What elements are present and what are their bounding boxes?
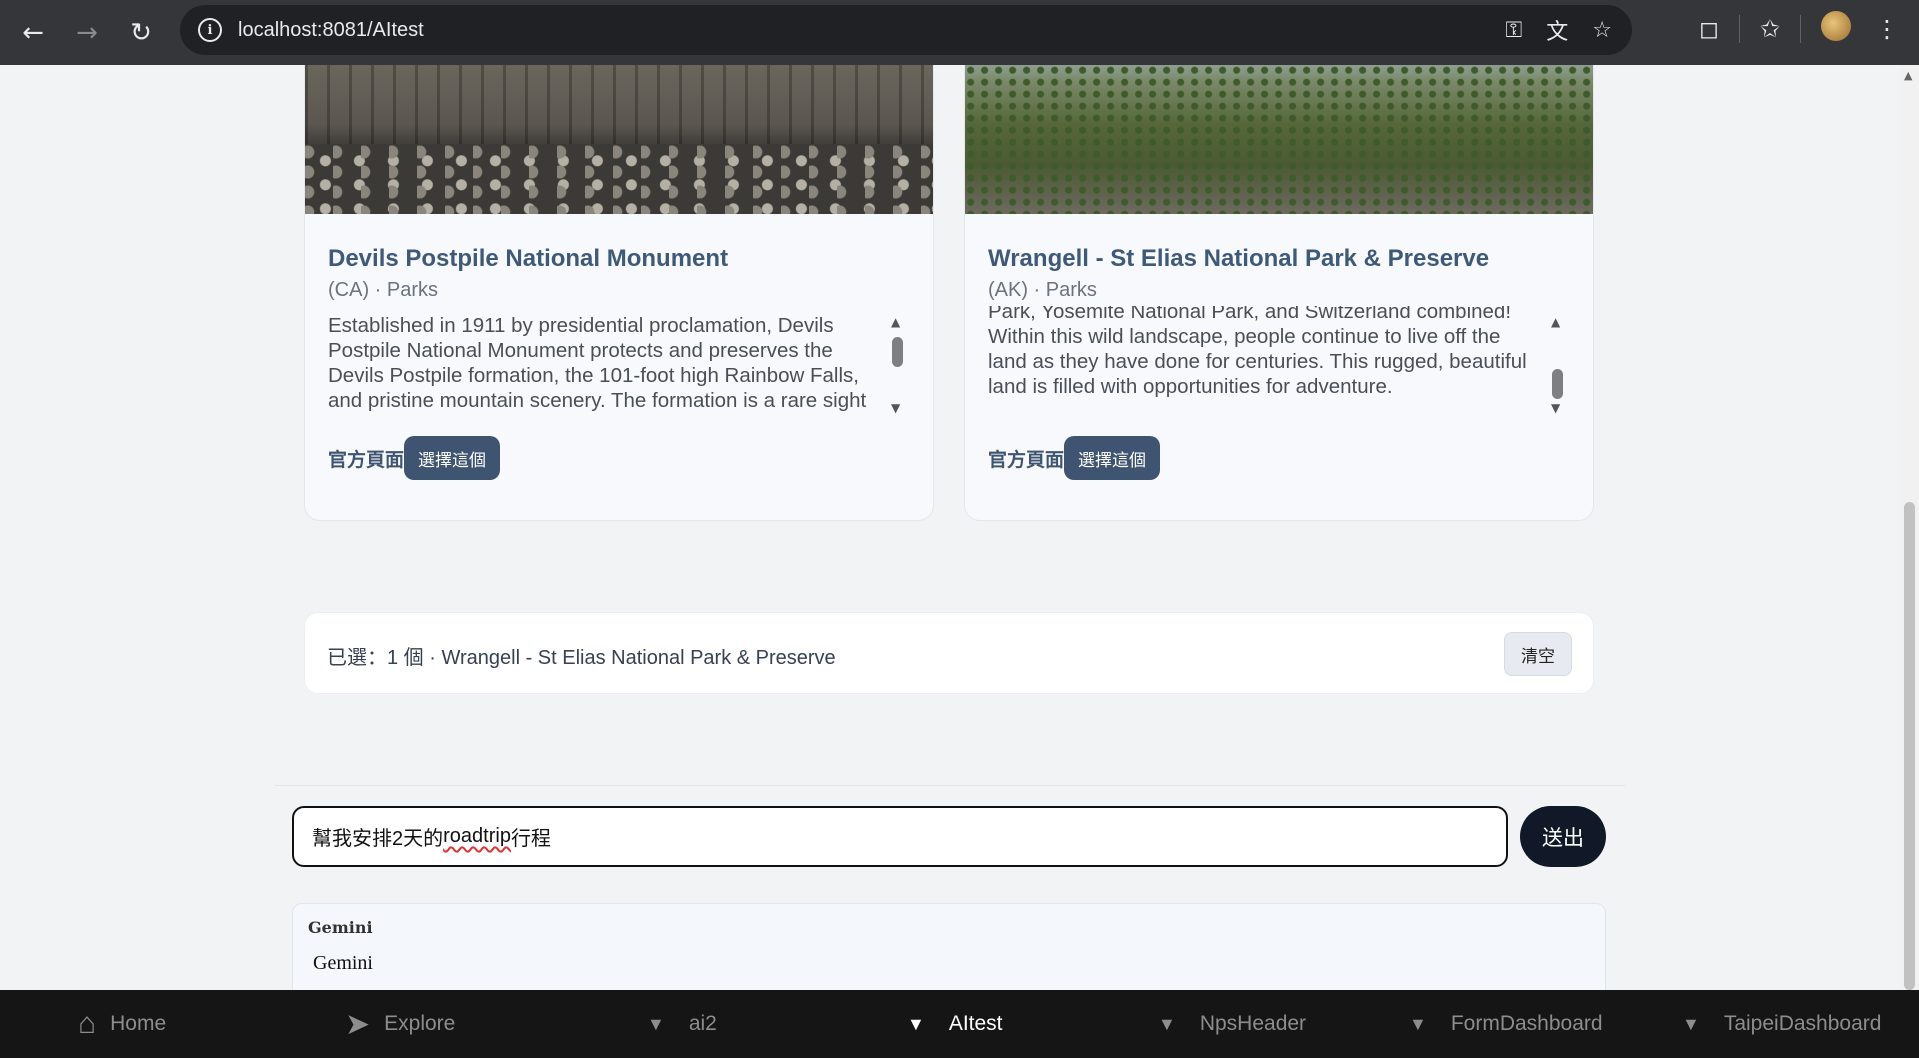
- reload-icon[interactable]: ↻: [114, 4, 168, 62]
- divider: [275, 785, 1625, 786]
- gemini-response: Gemini Gemini: [292, 903, 1606, 990]
- caret-down-icon: ▼: [1409, 1013, 1427, 1034]
- extensions-icon[interactable]: ◻: [1699, 15, 1719, 43]
- toolbar-separator: [1738, 15, 1740, 43]
- scroll-up-icon[interactable]: ▲: [891, 315, 900, 329]
- nav-label: Explore: [384, 1012, 456, 1035]
- chat-input[interactable]: 幫我安排2天的 roadtrip 行程: [292, 806, 1508, 867]
- nav-label: FormDashboard: [1450, 1012, 1603, 1035]
- park-subtitle: (AK) · Parks: [988, 279, 1097, 301]
- browser-toolbar: ← → ↻ i localhost:8081/AItest ⚿ 文 ☆ ◻ ✩ …: [0, 0, 1919, 65]
- park-card: Devils Postpile National Monument (CA) ·…: [304, 65, 934, 521]
- nav-label: NpsHeader: [1199, 1012, 1307, 1035]
- park-description[interactable]: Park, Yosemite National Park, and Switze…: [988, 306, 1543, 417]
- response-text: Gemini: [313, 952, 373, 974]
- page-scrollbar[interactable]: ▲: [1900, 65, 1919, 990]
- nav-home[interactable]: ⌂ Home: [78, 990, 166, 1058]
- nav-label: ai2: [688, 1012, 717, 1035]
- caret-down-icon: ▼: [1682, 1013, 1700, 1034]
- park-title: Devils Postpile National Monument: [328, 245, 729, 272]
- scroll-thumb[interactable]: [892, 337, 903, 367]
- scroll-down-icon[interactable]: ▼: [891, 401, 900, 415]
- nav-formdashboard[interactable]: ▼ FormDashboard: [1409, 990, 1603, 1058]
- home-icon: ⌂: [78, 1007, 97, 1040]
- response-label: Gemini: [308, 918, 373, 937]
- page-scroll-thumb[interactable]: [1904, 502, 1915, 990]
- translate-icon[interactable]: 文: [1546, 14, 1568, 46]
- selection-summary: 已選：1 個 · Wrangell - St Elias National Pa…: [304, 612, 1594, 694]
- bookmark-star-icon[interactable]: ☆: [1592, 18, 1612, 43]
- back-icon[interactable]: ←: [6, 4, 60, 62]
- send-icon: ➤: [345, 1007, 371, 1041]
- chat-input-text-end: 行程: [510, 828, 551, 850]
- site-info-icon[interactable]: i: [198, 18, 222, 42]
- scroll-thumb[interactable]: [1552, 369, 1563, 399]
- caret-down-icon: ▼: [647, 1013, 665, 1034]
- park-image: [965, 65, 1593, 214]
- bottom-navigation: ⌂ Home ➤ Explore ▼ ai2 ▼ AItest ▼ NpsHea…: [0, 990, 1919, 1058]
- description-scrollbar[interactable]: ▲ ▼: [890, 313, 904, 417]
- send-button[interactable]: 送出: [1520, 806, 1606, 867]
- park-image: [305, 65, 933, 214]
- park-description-text: Park, Yosemite National Park, and Switze…: [988, 306, 1527, 398]
- caret-down-icon: ▼: [907, 1013, 925, 1034]
- nav-aitest[interactable]: ▼ AItest: [907, 990, 1003, 1058]
- park-title: Wrangell - St Elias National Park & Pres…: [988, 245, 1490, 272]
- forward-icon[interactable]: →: [60, 4, 114, 62]
- caret-down-icon: ▼: [1158, 1013, 1176, 1034]
- nav-taipeidashboard[interactable]: ▼ TaipeiDashboard: [1682, 990, 1881, 1058]
- clear-button[interactable]: 清空: [1504, 632, 1572, 676]
- description-scrollbar[interactable]: ▲ ▼: [1550, 313, 1564, 417]
- nav-ai2[interactable]: ▼ ai2: [647, 990, 717, 1058]
- profile-avatar[interactable]: [1821, 11, 1851, 47]
- url-text[interactable]: localhost:8081/AItest: [238, 19, 424, 42]
- scroll-down-icon[interactable]: ▼: [1551, 401, 1560, 415]
- nav-label: Home: [110, 1012, 167, 1035]
- address-bar[interactable]: i localhost:8081/AItest ⚿ 文 ☆: [180, 5, 1632, 55]
- more-menu-icon[interactable]: ⋮: [1875, 15, 1899, 43]
- scroll-up-icon[interactable]: ▲: [1904, 69, 1912, 82]
- nav-explore[interactable]: ➤ Explore: [345, 990, 455, 1058]
- chat-input-text: 幫我安排2天的: [312, 828, 444, 850]
- favorites-icon[interactable]: ✩: [1760, 15, 1780, 43]
- choose-button[interactable]: 選擇這個: [404, 436, 501, 480]
- scroll-up-icon[interactable]: ▲: [1551, 315, 1560, 329]
- park-subtitle: (CA) · Parks: [328, 279, 438, 301]
- key-icon[interactable]: ⚿: [1506, 18, 1523, 43]
- page-content: Devils Postpile National Monument (CA) ·…: [0, 65, 1900, 990]
- selection-text: 已選：1 個 · Wrangell - St Elias National Pa…: [327, 647, 836, 669]
- nav-label: TaipeiDashboard: [1723, 1012, 1882, 1035]
- toolbar-separator: [1800, 15, 1801, 43]
- choose-button[interactable]: 選擇這個: [1064, 436, 1161, 480]
- nav-npsheader[interactable]: ▼ NpsHeader: [1158, 990, 1306, 1058]
- chat-input-misspelled: roadtrip: [443, 825, 511, 847]
- official-page-link[interactable]: 官方頁面: [328, 445, 404, 472]
- official-page-link[interactable]: 官方頁面: [988, 445, 1064, 472]
- park-card: Wrangell - St Elias National Park & Pres…: [964, 65, 1594, 521]
- park-description[interactable]: Established in 1911 by presidential proc…: [328, 313, 883, 417]
- nav-label: AItest: [948, 1012, 1003, 1035]
